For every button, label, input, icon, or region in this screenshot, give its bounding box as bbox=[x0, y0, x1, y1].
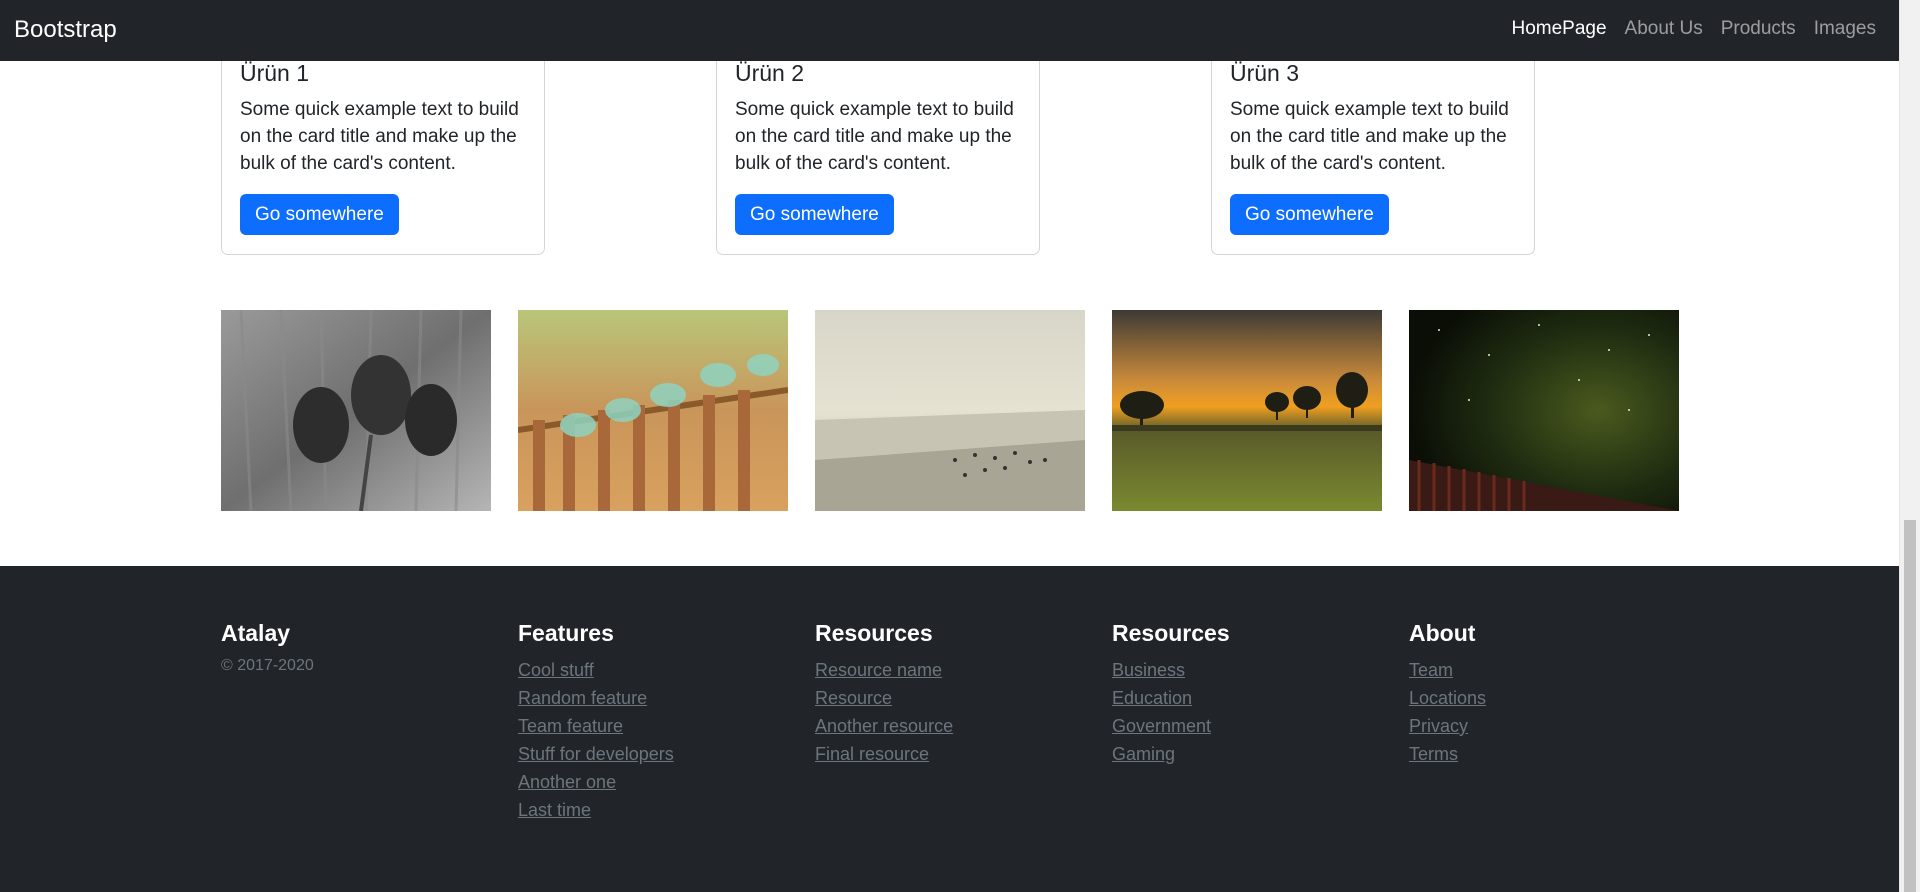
footer-column-resources: Resources Resource name Resource Another… bbox=[815, 620, 953, 769]
nav-link-products[interactable]: Products bbox=[1721, 18, 1796, 40]
card-text: Some quick example text to build on the … bbox=[240, 99, 519, 174]
footer-link[interactable]: Last time bbox=[518, 800, 591, 820]
footer-column-about: About Team Locations Privacy Terms bbox=[1409, 620, 1486, 769]
footer-link[interactable]: Government bbox=[1112, 716, 1211, 736]
footer-link[interactable]: Another one bbox=[518, 772, 616, 792]
footer-link[interactable]: Another resource bbox=[815, 716, 953, 736]
card-title: Ürün 3 bbox=[1230, 60, 1300, 86]
nav-link-about-us[interactable]: About Us bbox=[1625, 18, 1703, 40]
footer-column-title: Resources bbox=[1112, 620, 1230, 646]
footer-column-title: About bbox=[1409, 620, 1476, 646]
nav-link-images[interactable]: Images bbox=[1814, 18, 1876, 40]
footer-column-title: Resources bbox=[815, 620, 933, 646]
card-text: Some quick example text to build on the … bbox=[1230, 99, 1509, 174]
footer-link[interactable]: Cool stuff bbox=[518, 660, 594, 680]
footer-link[interactable]: Resource bbox=[815, 688, 892, 708]
beach-image bbox=[815, 310, 1085, 511]
card-title: Ürün 2 bbox=[735, 60, 805, 86]
top-navbar: Bootstrap HomePage About Us Products Ima… bbox=[0, 0, 1899, 61]
footer-link[interactable]: Privacy bbox=[1409, 716, 1468, 736]
page-scrollbar[interactable] bbox=[1899, 0, 1920, 892]
card-text: Some quick example text to build on the … bbox=[735, 99, 1014, 174]
footer-brand-column: Atalay © 2017-2020 bbox=[221, 620, 314, 675]
footer-link[interactable]: Resource name bbox=[815, 660, 942, 680]
footer-link[interactable]: Locations bbox=[1409, 688, 1486, 708]
footer-brand: Atalay bbox=[221, 620, 291, 646]
scrollbar-thumb[interactable] bbox=[1904, 520, 1916, 892]
footer-link[interactable]: Stuff for developers bbox=[518, 744, 674, 764]
site-footer: Atalay © 2017-2020 Features Cool stuff R… bbox=[0, 566, 1899, 892]
pinecones-image bbox=[221, 310, 491, 511]
footer-link[interactable]: Team feature bbox=[518, 716, 623, 736]
card-title: Ürün 1 bbox=[240, 60, 310, 86]
footer-link[interactable]: Final resource bbox=[815, 744, 929, 764]
go-somewhere-button[interactable]: Go somewhere bbox=[735, 194, 894, 235]
footer-link[interactable]: Education bbox=[1112, 688, 1192, 708]
nav-link-homepage[interactable]: HomePage bbox=[1511, 18, 1606, 40]
footer-column-title: Features bbox=[518, 620, 614, 646]
navbar-brand[interactable]: Bootstrap bbox=[14, 16, 117, 44]
footer-column-resources-2: Resources Business Education Government … bbox=[1112, 620, 1230, 769]
night-sky-image bbox=[1409, 310, 1679, 511]
go-somewhere-button[interactable]: Go somewhere bbox=[240, 194, 399, 235]
footer-link[interactable]: Gaming bbox=[1112, 744, 1175, 764]
footer-link[interactable]: Team bbox=[1409, 660, 1453, 680]
bottles-fence-image bbox=[518, 310, 788, 511]
footer-link[interactable]: Random feature bbox=[518, 688, 647, 708]
footer-column-features: Features Cool stuff Random feature Team … bbox=[518, 620, 674, 825]
footer-link[interactable]: Terms bbox=[1409, 744, 1458, 764]
copyright-text: © 2017-2020 bbox=[221, 657, 314, 674]
go-somewhere-button[interactable]: Go somewhere bbox=[1230, 194, 1389, 235]
sunset-field-image bbox=[1112, 310, 1382, 511]
image-gallery bbox=[221, 310, 1679, 511]
nav-links: HomePage About Us Products Images bbox=[1511, 18, 1876, 40]
footer-link[interactable]: Business bbox=[1112, 660, 1185, 680]
